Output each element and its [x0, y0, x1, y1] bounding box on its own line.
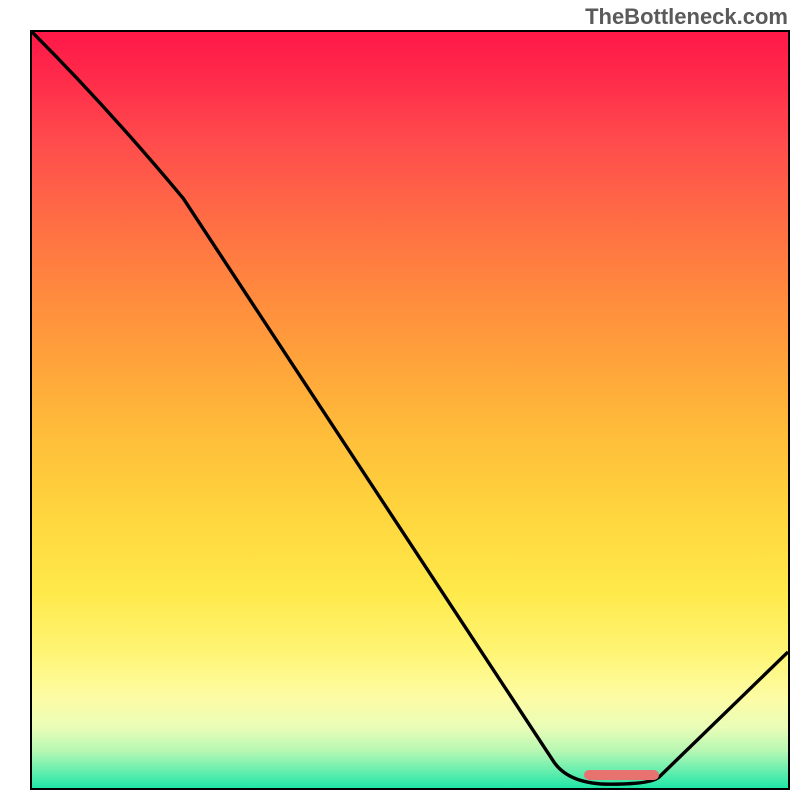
curve-svg	[32, 32, 788, 788]
optimum-marker	[584, 770, 660, 780]
watermark-text: TheBottleneck.com	[585, 4, 788, 30]
plot-area	[30, 30, 790, 790]
curve-path	[32, 32, 788, 784]
chart-container: TheBottleneck.com	[0, 0, 800, 800]
